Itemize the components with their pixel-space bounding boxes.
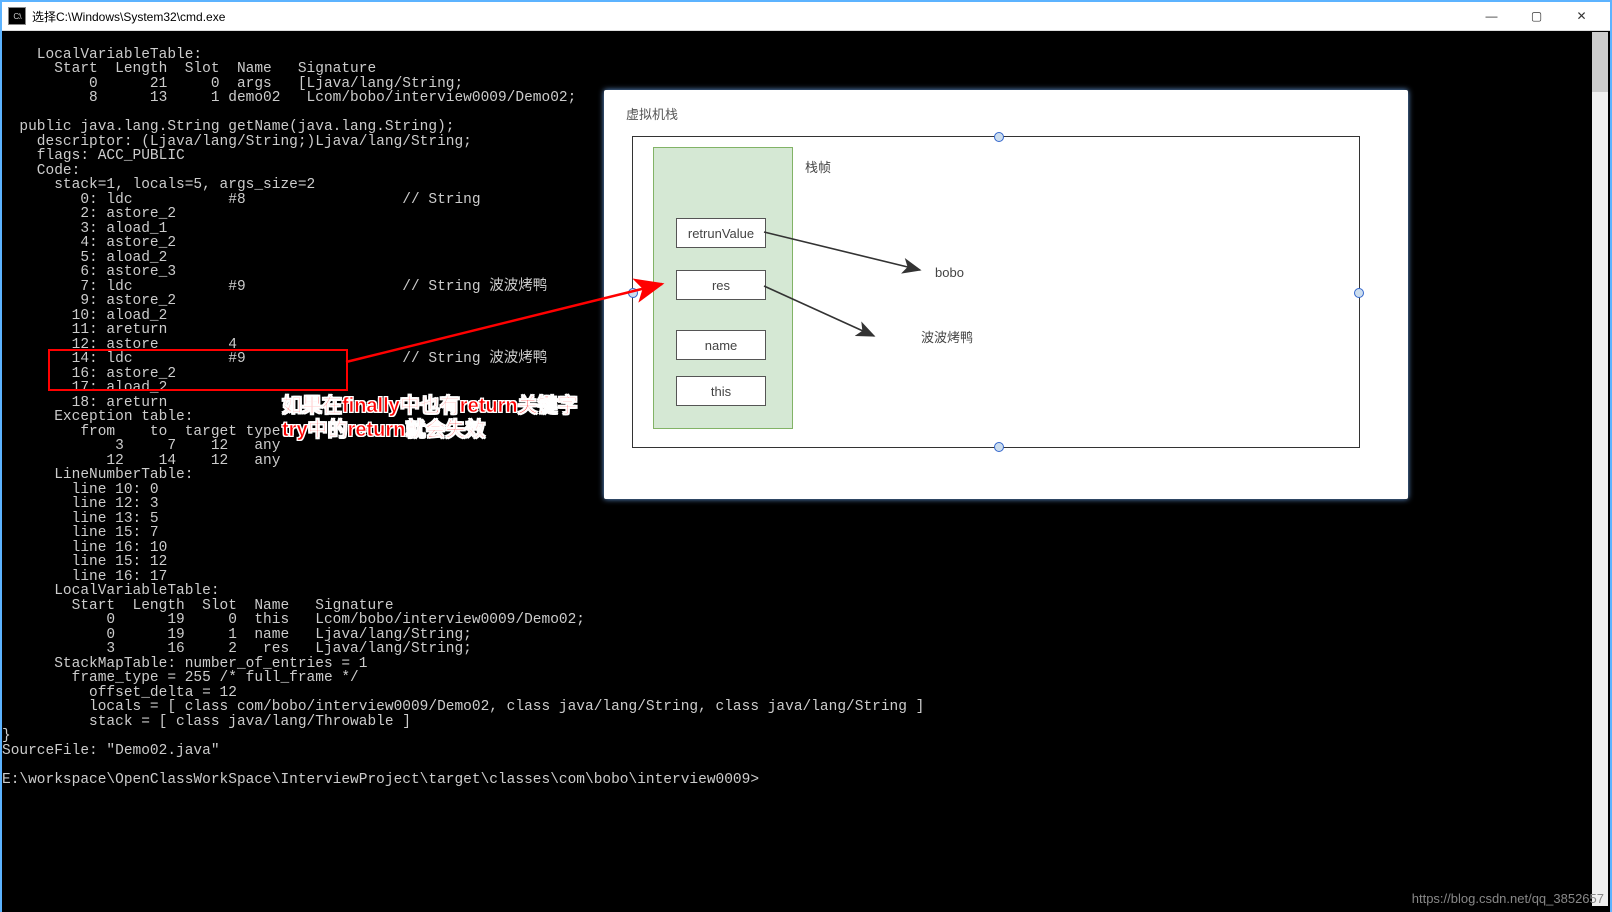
diagram-panel: 虚拟机栈 retrunValue res name this 栈帧 bobo 波… xyxy=(604,90,1408,499)
annotation-text: 如果在finally中也有return关键字 try中的return就会失效 xyxy=(282,394,578,442)
window-titlebar: 选择C:\Windows\System32\cmd.exe — ▢ ✕ xyxy=(2,2,1610,31)
handle-top[interactable] xyxy=(994,132,1004,142)
diagram-outer-box: retrunValue res name this 栈帧 bobo 波波烤鸭 xyxy=(632,136,1360,448)
window-controls: — ▢ ✕ xyxy=(1469,2,1604,30)
scrollbar-thumb[interactable] xyxy=(1592,32,1608,92)
frame-label: 栈帧 xyxy=(805,157,831,176)
slot-return-value: retrunValue xyxy=(676,218,766,248)
watermark: https://blog.csdn.net/qq_3852657 xyxy=(1412,891,1604,906)
annotation-line2: try中的return就会失效 xyxy=(282,418,578,442)
diagram-title: 虚拟机栈 xyxy=(626,104,678,123)
label-bobo: bobo xyxy=(935,265,964,280)
close-button[interactable]: ✕ xyxy=(1559,2,1604,30)
stack-frame-box: retrunValue res name this xyxy=(653,147,793,429)
app-icon xyxy=(8,7,26,25)
vertical-scrollbar[interactable] xyxy=(1592,32,1608,906)
slot-this: this xyxy=(676,376,766,406)
handle-bottom[interactable] xyxy=(994,442,1004,452)
maximize-button[interactable]: ▢ xyxy=(1514,2,1559,30)
label-yaoya: 波波烤鸭 xyxy=(921,327,973,346)
annotation-line1: 如果在finally中也有return关键字 xyxy=(282,394,578,418)
minimize-button[interactable]: — xyxy=(1469,2,1514,30)
window-title: 选择C:\Windows\System32\cmd.exe xyxy=(32,8,1469,25)
handle-right[interactable] xyxy=(1354,288,1364,298)
slot-res: res xyxy=(676,270,766,300)
slot-name: name xyxy=(676,330,766,360)
handle-left[interactable] xyxy=(628,288,638,298)
